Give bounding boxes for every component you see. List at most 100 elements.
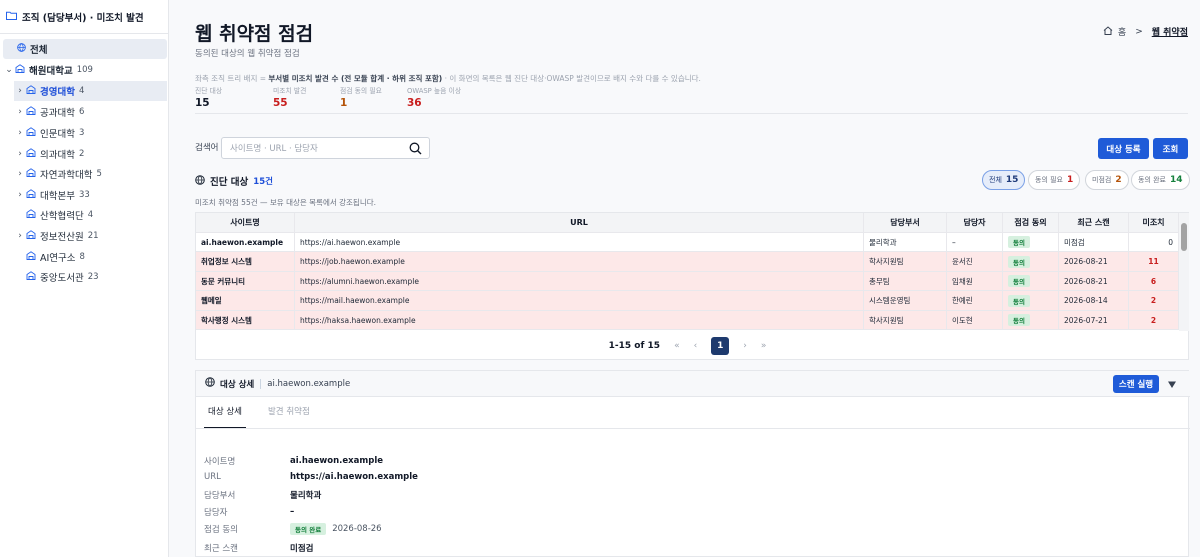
sidebar-item-it-center[interactable]: › 정보전산원 21 (14, 226, 167, 246)
chevron-right-icon[interactable]: › (14, 169, 26, 179)
field-owner: 담당자 – (204, 506, 294, 518)
cell-site-name: 학사행정 시스템 (196, 310, 295, 330)
field-label: 점검 동의 (204, 525, 238, 535)
register-target-button[interactable]: 대상 등록 (1098, 138, 1149, 159)
table-header-row: 사이트명 URL 담당부서 담당자 점검 동의 최근 스캔 미조치 (196, 213, 1179, 233)
sidebar-item-root[interactable]: ⌄ 해원대학교 109 (0, 60, 169, 80)
sidebar-item-count: 4 (78, 86, 85, 96)
search-placeholder: 사이트명 · URL · 담당자 (230, 144, 318, 154)
sidebar-item-industry-cooperation[interactable]: 산학협력단 4 (26, 205, 167, 225)
globe-icon (205, 377, 215, 390)
page-title: 웹 취약점 점검 (195, 23, 314, 45)
home-icon[interactable] (1103, 25, 1113, 38)
col-header[interactable]: 점검 동의 (1003, 213, 1059, 232)
building-icon (26, 209, 36, 221)
col-header[interactable]: 담당자 (947, 213, 1003, 232)
filter-consent-done[interactable]: 동의 완료 14 (1131, 170, 1190, 190)
table-row[interactable]: 웹메일 https://mail.haewon.example 시스템운영팀 한… (196, 291, 1179, 311)
field-value: ai.haewon.example (290, 456, 384, 466)
filter-label: 전체 (989, 176, 1002, 184)
filter-label: 동의 필요 (1035, 176, 1063, 184)
table-row[interactable]: 학사행정 시스템 https://haksa.haewon.example 학사… (196, 310, 1179, 330)
prev-page-icon[interactable]: ‹ (694, 341, 698, 351)
chevron-right-icon[interactable]: › (14, 190, 26, 200)
sidebar-item-headquarters[interactable]: › 대학본부 33 (14, 185, 167, 205)
search-icon[interactable] (409, 142, 422, 158)
breadcrumb-separator: > (1135, 26, 1143, 37)
sidebar-item-ai-institute[interactable]: AI연구소 8 (26, 247, 167, 267)
chevron-right-icon[interactable]: › (14, 149, 26, 159)
filter-unscanned[interactable]: 미점검 2 (1085, 170, 1129, 190)
badge-notice: 좌측 조직 트리 배지 = 부서별 미조치 발견 수 (전 모듈 합계 · 하위… (195, 73, 701, 84)
field-value: https://ai.haewon.example (290, 472, 418, 482)
targets-count: 15건 (253, 177, 273, 187)
sidebar-item-count: 5 (96, 169, 102, 179)
page-subtitle: 동의된 대상의 웹 취약점 점검 (195, 49, 300, 59)
sidebar-item-label: 인문대학 (40, 129, 75, 140)
col-header[interactable]: 사이트명 (196, 213, 295, 232)
sidebar-item-label: 공과대학 (40, 108, 75, 119)
table-row[interactable]: 취업정보 시스템 https://job.haewon.example 학사지원… (196, 252, 1179, 272)
detail-tabs: 대상 상세 발견 취약점 (204, 405, 314, 429)
cell-owner: – (947, 232, 1003, 252)
chevron-down-icon[interactable]: ⌄ (3, 65, 15, 75)
filter-all[interactable]: 전체 15 (982, 170, 1026, 190)
chevron-right-icon[interactable]: › (14, 231, 26, 241)
targets-hint: 미조치 취약점 55건 — 보유 대상은 목록에서 강조됩니다. (195, 198, 377, 207)
col-header[interactable]: 미조치 (1129, 213, 1179, 232)
sidebar-item-label: 전체 (30, 45, 48, 56)
cell-url: https://job.haewon.example (295, 252, 864, 271)
cell-site-name: 동문 커뮤니티 (196, 271, 295, 291)
cell-consent: 동의 (1003, 232, 1059, 252)
chevron-right-icon[interactable]: › (14, 128, 26, 138)
sidebar-item-count: 2 (78, 149, 85, 159)
cell-open-count: 11 (1129, 252, 1179, 271)
cell-url: https://ai.haewon.example (295, 232, 864, 252)
scrollbar-thumb[interactable] (1181, 223, 1187, 251)
tabs-divider (196, 428, 1190, 429)
breadcrumb-current[interactable]: 웹 취약점 (1152, 25, 1188, 38)
last-page-icon[interactable]: » (761, 341, 767, 351)
table-row[interactable]: ai.haewon.example https://ai.haewon.exam… (196, 232, 1179, 252)
stat-open-findings: 미조치 발견 55 (273, 85, 340, 109)
next-page-icon[interactable]: › (743, 341, 747, 351)
breadcrumb-home[interactable]: 홈 (1118, 25, 1126, 38)
chevron-right-icon[interactable]: › (14, 86, 26, 96)
building-icon (26, 168, 36, 180)
page-range: 1-15 of 15 (608, 341, 661, 351)
targets-title: 진단 대상 (210, 177, 249, 188)
sidebar-item-medicine[interactable]: › 의과대학 2 (14, 144, 167, 164)
sidebar-item-count: 23 (87, 272, 99, 282)
tab-findings[interactable]: 발견 취약점 (264, 405, 314, 429)
page-button[interactable]: 1 (711, 337, 730, 355)
first-page-icon[interactable]: « (674, 341, 680, 351)
col-header[interactable]: 담당부서 (864, 213, 947, 232)
col-header[interactable]: 최근 스캔 (1059, 213, 1129, 232)
chevron-right-icon[interactable]: › (14, 107, 26, 117)
sidebar-item-library[interactable]: 중앙도서관 23 (26, 267, 167, 287)
sidebar-item-count: 109 (76, 65, 93, 75)
sidebar-item-count: 21 (87, 231, 99, 241)
consent-badge: 동의 (1008, 314, 1030, 326)
scan-run-button[interactable]: 스캔 실행 (1113, 375, 1159, 393)
table-scrollbar[interactable] (1179, 213, 1189, 331)
stat-owasp-high: OWASP 높음 이상 36 (407, 85, 497, 109)
sidebar-item-humanities[interactable]: › 인문대학 3 (14, 123, 167, 143)
table-row[interactable]: 동문 커뮤니티 https://alumni.haewon.example 총무… (196, 271, 1179, 291)
targets-section-title: 진단 대상 15건 (195, 174, 273, 188)
col-header[interactable]: URL (295, 213, 864, 232)
sidebar-item-natural-science[interactable]: › 자연과학대학 5 (14, 164, 167, 184)
filter-count: 1 (1067, 175, 1074, 185)
tab-target-detail[interactable]: 대상 상세 (204, 405, 246, 429)
field-label: 담당부서 (204, 491, 236, 501)
query-button[interactable]: 조회 (1153, 138, 1188, 159)
field-url: URL https://ai.haewon.example (204, 472, 418, 482)
filter-consent-needed[interactable]: 동의 필요 1 (1028, 170, 1081, 190)
stat-value: 55 (273, 97, 288, 109)
sidebar-item-engineering[interactable]: › 공과대학 6 (14, 102, 167, 122)
collapse-icon[interactable] (1167, 379, 1177, 392)
sidebar-item-all[interactable]: 전체 (3, 39, 167, 59)
target-detail-panel: 대상 상세 ai.haewon.example 스캔 실행 대상 상세 발견 취… (195, 370, 1190, 557)
sidebar-item-business[interactable]: › 경영대학 4 (14, 81, 167, 101)
search-input[interactable]: 사이트명 · URL · 담당자 (221, 137, 430, 159)
